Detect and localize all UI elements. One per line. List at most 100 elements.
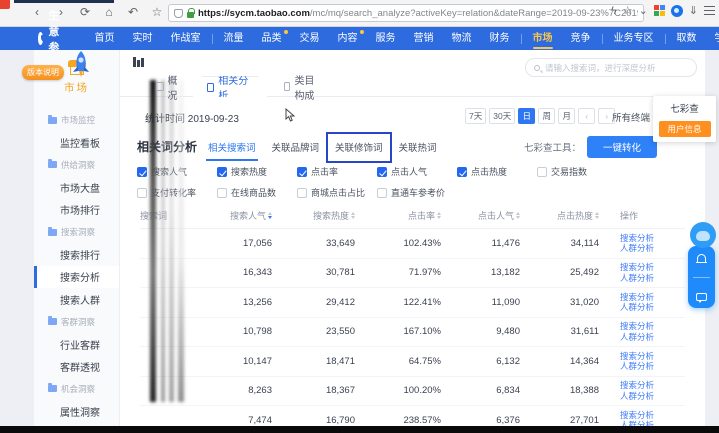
sidebar-item-机会洞察[interactable]: 机会洞察 <box>34 378 119 400</box>
assistant-mascot-icon[interactable] <box>690 222 716 248</box>
one-key-convert-button[interactable]: 一键转化 <box>587 136 657 158</box>
nav-item-首页[interactable]: 首页 <box>86 27 124 50</box>
sidebar-item-市场大盘[interactable]: 市场大盘 <box>34 176 119 198</box>
extensions-grid-icon[interactable] <box>654 5 665 16</box>
sidebar-item-监控看板[interactable]: 监控看板 <box>34 131 119 153</box>
keyword-search-input[interactable]: 请输入搜索词，进行深度分析 <box>525 58 697 77</box>
sidebar-item-搜索排行[interactable]: 搜索排行 <box>34 243 119 265</box>
nav-item-物流[interactable]: 物流 <box>443 27 481 50</box>
word-tab-关联品牌词[interactable]: 关联品牌词 <box>272 140 320 161</box>
nav-item-流量[interactable]: 流量 <box>215 27 253 50</box>
metric-点击率[interactable]: 点击率 <box>297 165 377 178</box>
metric-交易指数[interactable]: 交易指数 <box>537 165 617 178</box>
action-link-人群分析[interactable]: 人群分析 <box>620 302 685 313</box>
checkbox-checked[interactable] <box>377 167 387 177</box>
bell-icon[interactable] <box>697 254 706 262</box>
action-link-搜索分析[interactable]: 搜索分析 <box>620 321 685 332</box>
range-30天[interactable]: 30天 <box>489 108 515 124</box>
tab-类目构成[interactable]: 类目构成 <box>270 76 338 97</box>
sidebar-item-供给洞察[interactable]: 供给洞察 <box>34 154 119 176</box>
col-header-搜索人气[interactable]: 搜索人气 <box>200 209 272 222</box>
checkbox-unchecked[interactable] <box>297 188 307 198</box>
checkbox-checked[interactable] <box>457 167 467 177</box>
metric-在线商品数[interactable]: 在线商品数 <box>217 186 297 199</box>
chat-icon[interactable] <box>696 293 707 301</box>
sidebar-item-搜索分析[interactable]: 搜索分析 <box>34 266 119 288</box>
lightning-icon[interactable]: ϟ <box>611 5 617 17</box>
tab-相关分析[interactable]: 相关分析 <box>192 76 268 97</box>
metric-搜索人气[interactable]: 搜索人气 <box>137 165 217 178</box>
col-header-搜索热度[interactable]: 搜索热度 <box>272 209 355 222</box>
action-link-人群分析[interactable]: 人群分析 <box>620 273 685 284</box>
metric-点击热度[interactable]: 点击热度 <box>457 165 537 178</box>
sidebar-item-属性洞察[interactable]: 属性洞察 <box>34 400 119 422</box>
menu-icon[interactable] <box>704 6 715 15</box>
range-日[interactable]: 日 <box>518 108 535 124</box>
range-7天[interactable]: 7天 <box>465 108 486 124</box>
reload-button[interactable]: ⟳ <box>78 5 92 19</box>
col-header-点击率[interactable]: 点击率 <box>355 209 441 222</box>
range-周[interactable]: 周 <box>538 108 555 124</box>
sidebar-item-行业客群[interactable]: 行业客群 <box>34 333 119 355</box>
nav-item-内容[interactable]: 内容 <box>329 27 367 50</box>
sidebar-item-市场排行[interactable]: 市场排行 <box>34 199 119 221</box>
col-header-点击热度[interactable]: 点击热度 <box>520 209 599 222</box>
action-link-搜索分析[interactable]: 搜索分析 <box>620 233 685 244</box>
nav-item-财务[interactable]: 财务 <box>481 27 519 50</box>
nav-item-服务[interactable]: 服务 <box>367 27 405 50</box>
prev-date-button[interactable]: ‹ <box>578 108 595 124</box>
home-button[interactable]: ⌂ <box>102 5 116 19</box>
terminal-select[interactable]: 所有终端 <box>612 110 658 124</box>
action-link-人群分析[interactable]: 人群分析 <box>620 361 685 372</box>
range-月[interactable]: 月 <box>558 108 575 124</box>
tab-概况[interactable]: 概况 <box>142 76 200 97</box>
checkbox-unchecked[interactable] <box>137 188 147 198</box>
nav-item-实时[interactable]: 实时 <box>124 27 162 50</box>
sidebar-item-客群洞察[interactable]: 客群洞察 <box>34 311 119 333</box>
chevron-down-icon[interactable]: ⌄ <box>639 4 648 17</box>
action-link-人群分析[interactable]: 人群分析 <box>620 391 685 402</box>
action-link-搜索分析[interactable]: 搜索分析 <box>620 351 685 362</box>
nav-item-学院[interactable]: 学院 <box>706 27 719 50</box>
action-link-人群分析[interactable]: 人群分析 <box>620 332 685 343</box>
download-icon[interactable]: ⇓ <box>689 4 698 17</box>
nav-item-市场[interactable]: 市场 <box>524 27 562 50</box>
browser-profile-icon[interactable] <box>671 5 683 17</box>
checkbox-checked[interactable] <box>217 167 227 177</box>
word-tab-关联修饰词[interactable]: 关联修饰词 <box>335 140 383 161</box>
metric-支付转化率[interactable]: 支付转化率 <box>137 186 217 199</box>
nav-item-取数[interactable]: 取数 <box>668 27 706 50</box>
action-link-搜索分析[interactable]: 搜索分析 <box>620 410 685 421</box>
sidebar-item-市场监控[interactable]: 市场监控 <box>34 109 119 131</box>
action-link-搜索分析[interactable]: 搜索分析 <box>620 292 685 303</box>
col-header-点击人气[interactable]: 点击人气 <box>441 209 520 222</box>
rocket-mascot-icon[interactable] <box>68 50 94 85</box>
metric-直通车参考价[interactable]: 直通车参考价 <box>377 186 457 199</box>
version-note-badge[interactable]: 版本说明 <box>22 65 64 80</box>
sidebar-item-搜索人群[interactable]: 搜索人群 <box>34 288 119 310</box>
qicai-menu-item[interactable]: 七彩查 <box>653 96 716 121</box>
nav-item-品类[interactable]: 品类 <box>253 27 291 50</box>
bookmark-star-icon[interactable]: ☆ <box>150 5 164 19</box>
nav-item-业务专区[interactable]: 业务专区 <box>605 27 663 50</box>
address-bar[interactable]: https://sycm.taobao.com/mc/mq/search_ana… <box>168 4 644 22</box>
nav-item-作战室[interactable]: 作战室 <box>162 27 210 50</box>
checkbox-unchecked[interactable] <box>217 188 227 198</box>
checkbox-unchecked[interactable] <box>377 188 387 198</box>
action-link-搜索分析[interactable]: 搜索分析 <box>620 262 685 273</box>
metric-商城点击占比[interactable]: 商城点击占比 <box>297 186 377 199</box>
sidebar-item-搜索洞察[interactable]: 搜索洞察 <box>34 221 119 243</box>
checkbox-checked[interactable] <box>297 167 307 177</box>
user-info-badge[interactable]: 用户信息 <box>659 121 711 137</box>
metric-搜索热度[interactable]: 搜索热度 <box>217 165 297 178</box>
favorite-star-icon[interactable]: ☆ <box>623 4 633 17</box>
sidebar-item-客群透视[interactable]: 客群透视 <box>34 355 119 377</box>
action-link-搜索分析[interactable]: 搜索分析 <box>620 380 685 391</box>
nav-item-竞争[interactable]: 竞争 <box>562 27 600 50</box>
metric-点击人气[interactable]: 点击人气 <box>377 165 457 178</box>
word-tab-相关搜索词[interactable]: 相关搜索词 <box>208 140 256 161</box>
word-tab-关联热词[interactable]: 关联热词 <box>399 140 437 161</box>
nav-item-营销[interactable]: 营销 <box>405 27 443 50</box>
undo-button[interactable]: ↶ <box>126 5 140 19</box>
checkbox-unchecked[interactable] <box>537 167 547 177</box>
